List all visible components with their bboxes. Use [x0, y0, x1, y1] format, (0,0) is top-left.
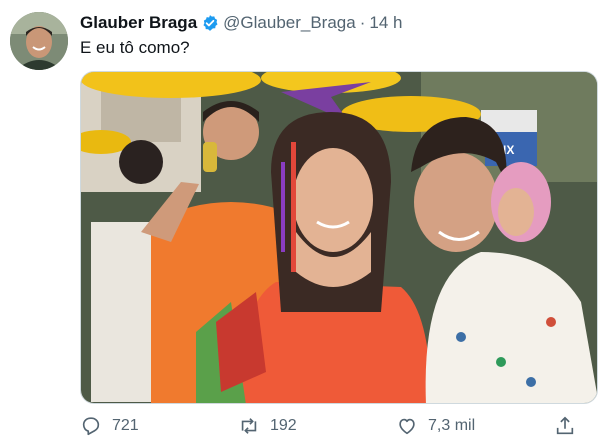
share-button[interactable]: [554, 415, 576, 437]
author-handle[interactable]: @Glauber_Braga: [223, 13, 356, 33]
reply-icon: [82, 417, 100, 436]
retweet-icon: [241, 418, 257, 434]
tweet-photo[interactable]: KNX: [80, 71, 598, 404]
tweet-header: Glauber Braga @Glauber_Braga · 14 h: [80, 13, 402, 33]
like-button[interactable]: 7,3 mil: [396, 415, 475, 437]
photo-illustration: KNX: [81, 72, 597, 403]
share-icon: [556, 416, 574, 435]
avatar-photo: [10, 12, 68, 70]
reply-count: 721: [112, 417, 139, 434]
like-count: 7,3 mil: [428, 417, 476, 434]
verified-badge-icon: [203, 15, 218, 31]
tweet-actions: 721 192 7,3 mil: [80, 415, 590, 441]
separator: ·: [359, 13, 366, 32]
author-name[interactable]: Glauber Braga: [80, 13, 197, 33]
timestamp[interactable]: 14 h: [369, 13, 402, 33]
retweet-count: 192: [270, 417, 297, 434]
retweet-button[interactable]: 192: [238, 415, 297, 437]
heart-icon: [399, 418, 415, 435]
tweet-text: E eu tô como?: [80, 38, 190, 57]
reply-button[interactable]: 721: [80, 415, 139, 437]
avatar[interactable]: [10, 12, 68, 70]
